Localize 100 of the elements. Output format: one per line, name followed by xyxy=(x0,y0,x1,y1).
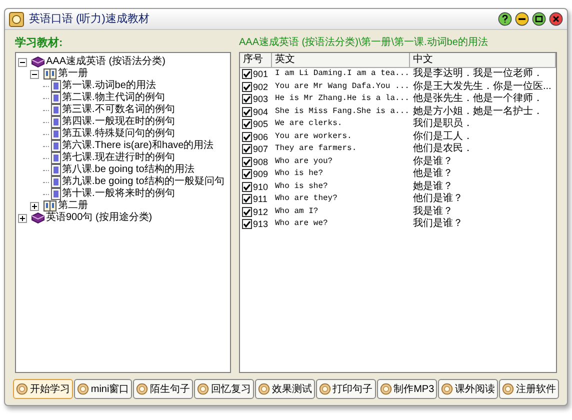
tree-item[interactable]: 第四课.一般现在时的例句 xyxy=(62,116,175,128)
panel-label: 学习教材: xyxy=(15,36,64,50)
book-icon xyxy=(43,68,57,80)
document-icon xyxy=(51,188,61,200)
document-icon xyxy=(51,80,61,92)
tree-item[interactable]: 第八课.be going to结构的用法 xyxy=(62,164,194,176)
tree-item[interactable]: 第二册 xyxy=(58,200,88,212)
book-icon xyxy=(31,56,45,68)
tree-item[interactable]: 第一册 xyxy=(58,68,88,80)
maximize-button[interactable] xyxy=(532,12,546,26)
toolbar-button[interactable]: mini窗口 xyxy=(74,379,132,399)
plus-icon xyxy=(31,202,38,210)
plus-icon xyxy=(19,214,26,222)
tree-item[interactable]: 第七课.现在进行时的例句 xyxy=(62,152,175,164)
tree-item[interactable]: 第五课.特殊疑问句的例句 xyxy=(62,128,175,140)
table-cell: 901 xyxy=(253,68,268,80)
table-cell: 906 xyxy=(253,130,268,143)
table-cell-text: 我们是职员． xyxy=(412,118,474,130)
table-cell-text: 她是方小姐．她是一名护士． xyxy=(412,106,544,118)
table-cell: 912 xyxy=(253,206,268,218)
table-cell: 908 xyxy=(253,156,268,168)
table-cell: 909 xyxy=(253,168,268,180)
minimize-button[interactable] xyxy=(515,12,529,26)
help-button[interactable] xyxy=(498,12,512,26)
row-checkbox[interactable] xyxy=(242,194,252,204)
tree-item[interactable]: AAA速成英语 (按语法分类) xyxy=(46,56,166,68)
toolbar-button[interactable]: 注册软件 xyxy=(498,379,559,399)
column-header[interactable]: 英文 xyxy=(272,53,410,67)
document-icon xyxy=(51,116,61,128)
disc-icon xyxy=(16,383,28,395)
disc-icon xyxy=(441,383,454,395)
table-cell: 902 xyxy=(253,80,268,93)
row-checkbox[interactable] xyxy=(242,94,252,104)
table-cell-text: Who am I? xyxy=(274,206,320,218)
collapse-toggle[interactable] xyxy=(30,70,39,78)
toolbar-button[interactable]: 课外阅读 xyxy=(438,379,498,399)
table-cell-text: She is Miss Fang.She is a... xyxy=(274,106,410,118)
table-cell-text: 我是谁？ xyxy=(412,206,454,218)
document-icon xyxy=(51,104,61,116)
disc-icon xyxy=(76,383,89,395)
table-cell-text: 你是王大发先生．你是一位医... xyxy=(412,80,552,92)
app-icon xyxy=(9,12,24,26)
tree-item[interactable]: 第十课.一般将来时的例句 xyxy=(62,188,175,200)
row-checkbox[interactable] xyxy=(242,119,252,130)
document-icon xyxy=(51,164,61,176)
tree-item[interactable]: 第九课.be going to结构的一般疑问句 xyxy=(62,176,224,188)
toolbar-button[interactable]: 打印句子 xyxy=(316,379,376,399)
collapse-toggle[interactable] xyxy=(18,58,27,66)
table-cell-text: You are workers. xyxy=(274,130,353,143)
table-cell-text: They are farmers. xyxy=(274,143,358,156)
toolbar-button[interactable]: 回忆复习 xyxy=(194,379,254,399)
row-checkbox[interactable] xyxy=(242,144,252,154)
table-cell-text: 我们是谁？ xyxy=(412,218,464,230)
tree-item[interactable]: 第一课.动词be的用法 xyxy=(62,80,156,92)
row-checkbox[interactable] xyxy=(242,69,252,80)
row-checkbox[interactable] xyxy=(242,206,252,217)
tree-item[interactable]: 第六课.There is(are)和have的用法 xyxy=(62,140,214,152)
column-header[interactable]: 中文 xyxy=(410,53,556,67)
table-cell: 913 xyxy=(253,218,268,230)
document-icon xyxy=(51,152,61,164)
breadcrumb-path: AAA速成英语 (按语法分类)\第一册\第一课.动词be的用法 xyxy=(239,36,489,50)
table-cell-text: 他们是谁？ xyxy=(412,193,464,206)
tree-item[interactable]: 第三课.不可数名词的例句 xyxy=(62,104,175,116)
toolbar-button[interactable]: 开始学习 xyxy=(13,379,73,399)
close-button[interactable] xyxy=(549,12,563,26)
row-checkbox[interactable] xyxy=(242,182,252,192)
table-cell-text: Who is she? xyxy=(274,180,329,193)
row-checkbox[interactable] xyxy=(242,132,252,142)
row-checkbox[interactable] xyxy=(242,106,252,117)
tree-item[interactable]: 第二课.物主代词的例句 xyxy=(62,92,165,104)
table-cell-text: 你们是工人． xyxy=(412,130,474,143)
table-cell-text: I am Li Daming.I am a tea... xyxy=(274,68,410,80)
expand-toggle[interactable] xyxy=(18,214,27,222)
column-header[interactable]: 序号 xyxy=(240,53,272,67)
row-checkbox[interactable] xyxy=(242,82,252,92)
expand-toggle[interactable] xyxy=(30,202,39,210)
document-icon xyxy=(51,140,61,152)
row-checkbox[interactable] xyxy=(242,156,252,167)
toolbar-button[interactable]: 陌生句子 xyxy=(133,379,194,399)
table-cell-text: Who is he? xyxy=(274,168,324,180)
table-cell-text: Who are you? xyxy=(274,156,334,168)
toolbar-button[interactable]: 制作MP3 xyxy=(376,379,438,399)
table-cell: 911 xyxy=(253,193,268,206)
table-cell: 903 xyxy=(253,93,268,106)
document-icon xyxy=(51,176,61,188)
disc-icon xyxy=(502,383,514,395)
row-checkbox[interactable] xyxy=(242,219,252,230)
disc-icon xyxy=(136,383,148,395)
table-cell-text: 你是谁？ xyxy=(412,156,454,168)
document-icon xyxy=(51,92,61,104)
disc-icon xyxy=(258,383,270,395)
toolbar-button[interactable]: 效果测试 xyxy=(254,379,315,399)
table-cell-text: You are Mr Wang Dafa.You ... xyxy=(274,80,410,93)
table-cell: 904 xyxy=(253,106,268,118)
disc-icon xyxy=(196,383,209,395)
tree-item[interactable]: 英语900句 (按用途分类) xyxy=(46,212,152,224)
disc-icon xyxy=(380,383,392,395)
row-checkbox[interactable] xyxy=(242,169,252,180)
book-icon xyxy=(31,212,45,224)
table-cell-text: 他们是农民． xyxy=(412,143,474,156)
